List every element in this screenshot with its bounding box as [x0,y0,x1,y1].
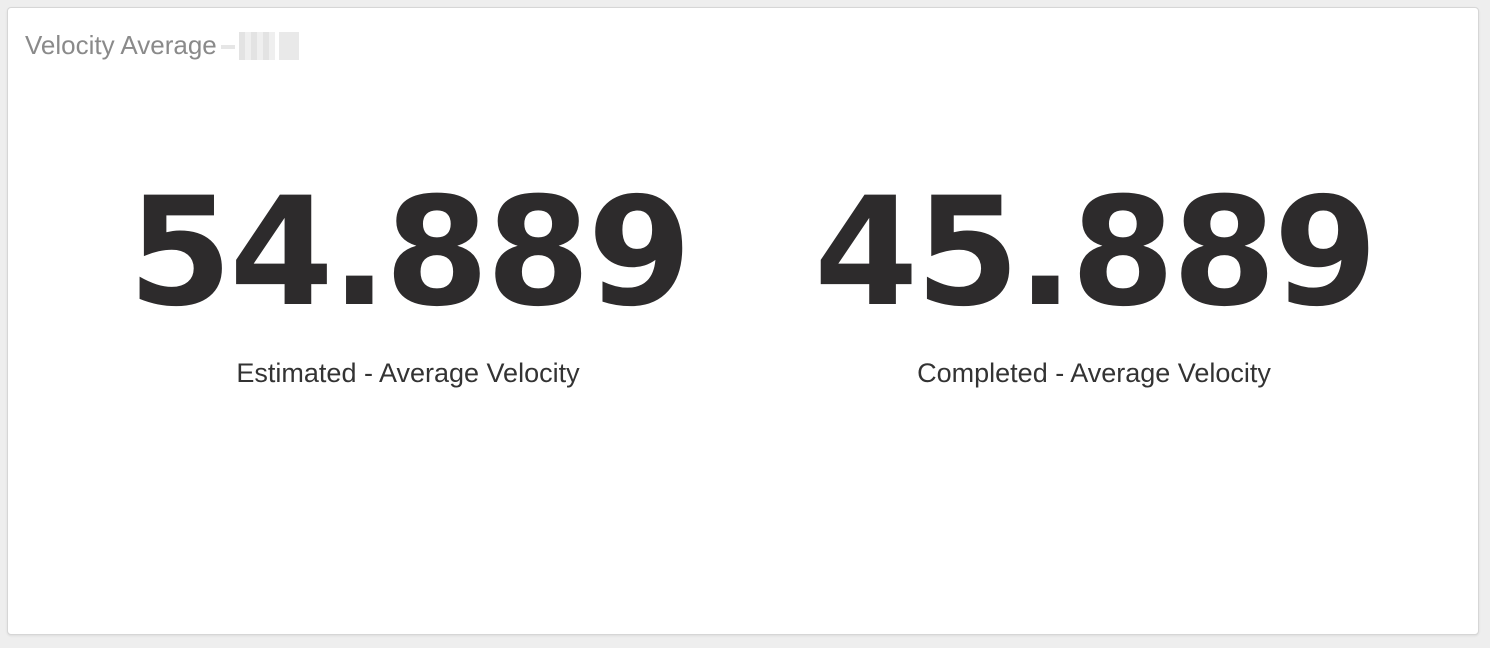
widget-title-row: Velocity Average [25,30,299,61]
metric-label-completed: Completed - Average Velocity [917,358,1271,388]
metric-value-estimated: 54.889 [128,166,692,340]
metric-value-completed: 45.889 [814,166,1378,340]
metric-label-estimated: Estimated - Average Velocity [236,358,580,388]
metric-completed: 45.889 Completed - Average Velocity [814,166,1378,389]
velocity-average-widget: Velocity Average 54.889 Estimated - Aver… [7,7,1479,635]
redacted-title-suffix [220,31,299,60]
metric-estimated: 54.889 Estimated - Average Velocity [128,166,692,389]
widget-title: Velocity Average [25,30,217,60]
